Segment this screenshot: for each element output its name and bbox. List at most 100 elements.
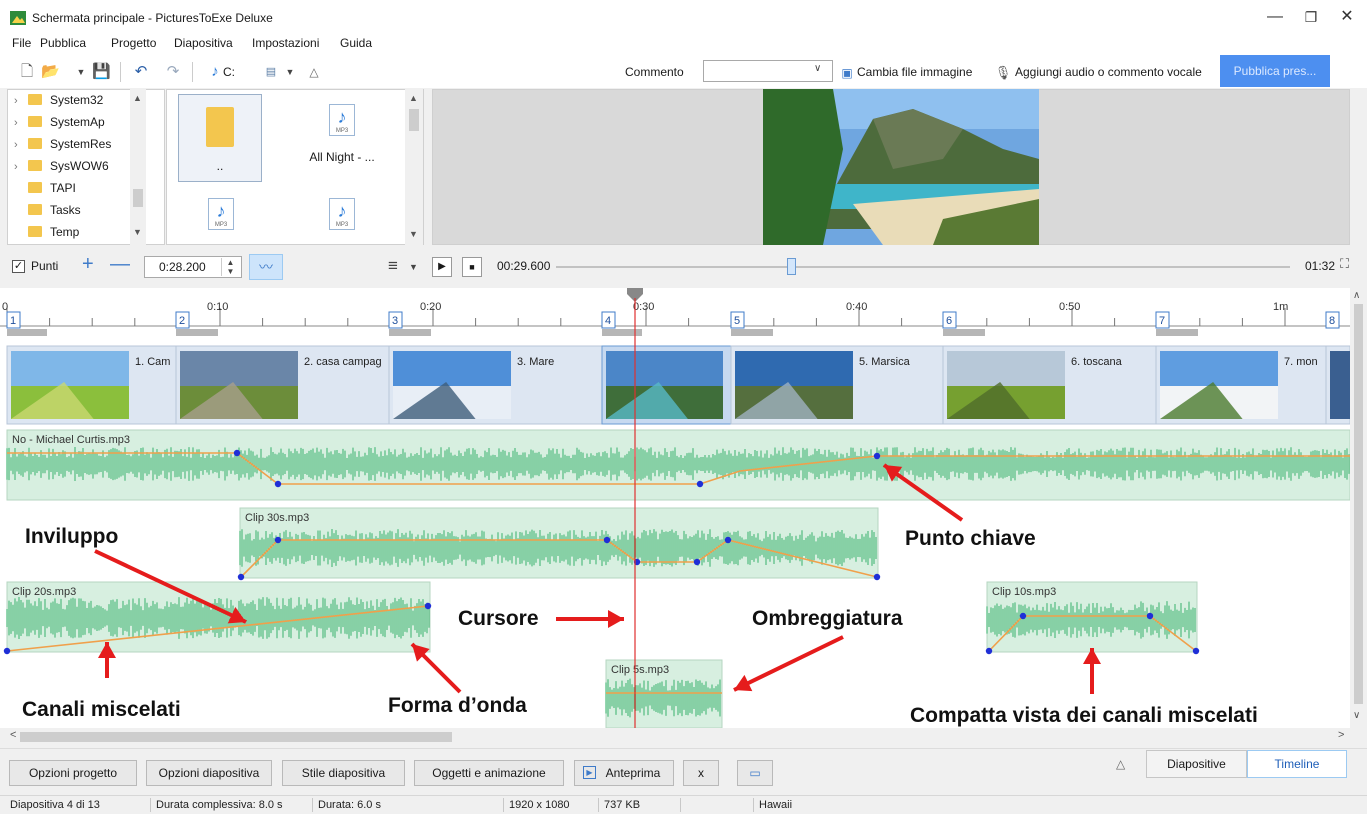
keypoint-dot[interactable] bbox=[424, 602, 432, 610]
add-audio-button[interactable]: Aggiungi audio o commento vocale bbox=[1015, 65, 1202, 79]
project-options-button[interactable]: Opzioni progetto bbox=[9, 760, 137, 786]
keypoint-dot[interactable] bbox=[1192, 647, 1200, 655]
music-note-icon[interactable]: ♪ bbox=[206, 63, 224, 81]
file-item-mp3[interactable]: ♪ MP3 All Night - ... bbox=[300, 104, 384, 164]
save-icon[interactable]: 💾 bbox=[92, 63, 111, 81]
playback-slider-thumb[interactable] bbox=[786, 258, 796, 275]
menu-publish[interactable]: Pubblica bbox=[40, 36, 86, 50]
menu-slide[interactable]: Diapositiva bbox=[174, 36, 233, 50]
transition-bar bbox=[176, 329, 218, 336]
time-value: 0:28.200 bbox=[159, 260, 206, 274]
timeline-vertical-scrollbar[interactable]: ∧ ∨ bbox=[1350, 288, 1367, 728]
scroll-thumb[interactable] bbox=[133, 189, 143, 207]
list-dropdown-chevron-icon[interactable]: ▼ bbox=[409, 262, 418, 272]
open-folder-icon[interactable]: 📂 bbox=[41, 63, 60, 81]
view-dropdown-chevron-icon[interactable]: ▼ bbox=[281, 63, 299, 81]
points-checkbox[interactable]: ✓ bbox=[12, 260, 25, 273]
scroll-left-icon[interactable]: < bbox=[10, 729, 16, 741]
envelope-mode-icon[interactable]: 〰 bbox=[249, 254, 283, 280]
fit-view-icon[interactable]: ▭ bbox=[737, 760, 773, 786]
folder-tree-scrollbar[interactable]: ▲ ▼ bbox=[130, 89, 146, 245]
slide-style-button[interactable]: Stile diapositiva bbox=[282, 760, 405, 786]
stop-button[interactable]: ■ bbox=[462, 257, 482, 277]
expand-chevron-icon[interactable]: › bbox=[14, 156, 28, 177]
menu-help[interactable]: Guida bbox=[340, 36, 372, 50]
slide-options-button[interactable]: Opzioni diapositiva bbox=[146, 760, 272, 786]
scroll-down-icon[interactable]: ▼ bbox=[409, 229, 418, 239]
playback-slider-track[interactable] bbox=[556, 266, 1290, 268]
play-button[interactable]: ▶ bbox=[432, 257, 452, 277]
menu-settings[interactable]: Impostazioni bbox=[252, 36, 319, 50]
folder-tree-item[interactable]: › SysWOW6 bbox=[14, 155, 128, 177]
collapse-triangle-icon[interactable]: △ bbox=[305, 63, 323, 81]
scroll-down-icon[interactable]: ▼ bbox=[133, 227, 142, 237]
maximize-button[interactable]: ❐ bbox=[1293, 4, 1329, 30]
redo-icon[interactable]: ↷ bbox=[164, 63, 182, 81]
folder-tree-item[interactable]: Tasks bbox=[14, 199, 128, 221]
minimize-button[interactable]: — bbox=[1257, 4, 1293, 30]
menu-project[interactable]: Progetto bbox=[111, 36, 156, 50]
mp3-file-icon: ♪ MP3 bbox=[329, 198, 355, 230]
scroll-thumb[interactable] bbox=[409, 109, 419, 131]
folder-tree-item[interactable]: › SystemAp bbox=[14, 111, 128, 133]
keypoint-dot[interactable] bbox=[1146, 612, 1154, 620]
scroll-up-icon[interactable]: ▲ bbox=[133, 93, 142, 103]
scroll-up-icon[interactable]: ∧ bbox=[1353, 290, 1360, 301]
scroll-thumb[interactable] bbox=[20, 732, 452, 742]
comment-dropdown-chevron-icon[interactable]: ∨ bbox=[814, 63, 821, 74]
tab-timeline[interactable]: Timeline bbox=[1247, 750, 1347, 778]
remove-point-icon[interactable]: — bbox=[110, 253, 130, 276]
folder-tree-item[interactable]: Temp bbox=[14, 221, 128, 243]
slide-view-icon[interactable]: ▤ bbox=[262, 63, 280, 81]
collapse-triangle-icon[interactable]: △ bbox=[1116, 757, 1125, 771]
keypoint-dot[interactable] bbox=[603, 536, 611, 544]
fullscreen-icon[interactable]: ⛶ bbox=[1340, 256, 1349, 272]
file-item-mp3[interactable]: ♪ MP3 bbox=[199, 198, 243, 230]
keypoint-dot[interactable] bbox=[696, 480, 704, 488]
undo-icon[interactable]: ↶ bbox=[132, 63, 150, 81]
slide-label: 6. toscana bbox=[1071, 356, 1123, 368]
file-browser-scrollbar[interactable]: ▲ ▼ bbox=[405, 89, 423, 245]
folder-tree-item[interactable]: TAPI bbox=[14, 177, 128, 199]
keypoint-dot[interactable] bbox=[274, 536, 282, 544]
keypoint-dot[interactable] bbox=[274, 480, 282, 488]
list-menu-icon[interactable]: ≡ bbox=[388, 256, 398, 276]
spin-arrows-icon[interactable]: ▲ ▼ bbox=[221, 258, 239, 276]
keypoint-dot[interactable] bbox=[693, 558, 701, 566]
change-image-button[interactable]: Cambia file immagine bbox=[857, 65, 972, 79]
keypoint-dot[interactable] bbox=[233, 449, 241, 457]
new-file-icon[interactable]: 🗋 bbox=[18, 63, 36, 81]
keypoint-dot[interactable] bbox=[724, 536, 732, 544]
open-dropdown-chevron-icon[interactable]: ▼ bbox=[72, 63, 90, 81]
keypoint-dot[interactable] bbox=[873, 452, 881, 460]
file-item-mp3[interactable]: ♪ MP3 bbox=[320, 198, 364, 230]
scroll-right-icon[interactable]: > bbox=[1338, 729, 1344, 741]
publish-button[interactable]: Pubblica pres... bbox=[1220, 55, 1330, 87]
microphone-icon[interactable]: 🎙 bbox=[994, 64, 1012, 82]
keypoint-dot[interactable] bbox=[237, 573, 245, 581]
tab-slides[interactable]: Diapositive bbox=[1146, 750, 1247, 778]
folder-tree-item[interactable]: › SystemRes bbox=[14, 133, 128, 155]
close-button[interactable]: ✕ bbox=[1329, 4, 1365, 30]
keypoint-dot[interactable] bbox=[873, 573, 881, 581]
keypoint-dot[interactable] bbox=[1019, 612, 1027, 620]
expand-chevron-icon[interactable]: › bbox=[14, 134, 28, 155]
scroll-down-icon[interactable]: ∨ bbox=[1353, 710, 1360, 721]
preview-button[interactable]: ▶ Anteprima bbox=[574, 760, 674, 786]
expand-chevron-icon[interactable]: › bbox=[14, 112, 28, 133]
keypoint-dot[interactable] bbox=[985, 647, 993, 655]
keypoint-dot[interactable] bbox=[3, 647, 11, 655]
objects-animation-button[interactable]: Oggetti e animazione bbox=[414, 760, 564, 786]
audio-clip-5s-label: Clip 5s.mp3 bbox=[611, 664, 669, 676]
change-image-icon[interactable]: ▣ bbox=[838, 64, 856, 82]
folder-tree-item[interactable]: › System32 bbox=[14, 89, 128, 111]
add-point-icon[interactable]: + bbox=[82, 253, 94, 276]
preview-play-icon: ▶ bbox=[583, 766, 596, 779]
scroll-thumb[interactable] bbox=[1354, 304, 1363, 704]
time-spinner[interactable]: 0:28.200 ▲ ▼ bbox=[144, 256, 242, 278]
menu-file[interactable]: File bbox=[12, 36, 31, 50]
scroll-up-icon[interactable]: ▲ bbox=[409, 93, 418, 103]
close-x-button[interactable]: x bbox=[683, 760, 719, 786]
expand-chevron-icon[interactable]: › bbox=[14, 90, 28, 111]
file-item-parent-folder[interactable]: .. bbox=[178, 94, 262, 182]
